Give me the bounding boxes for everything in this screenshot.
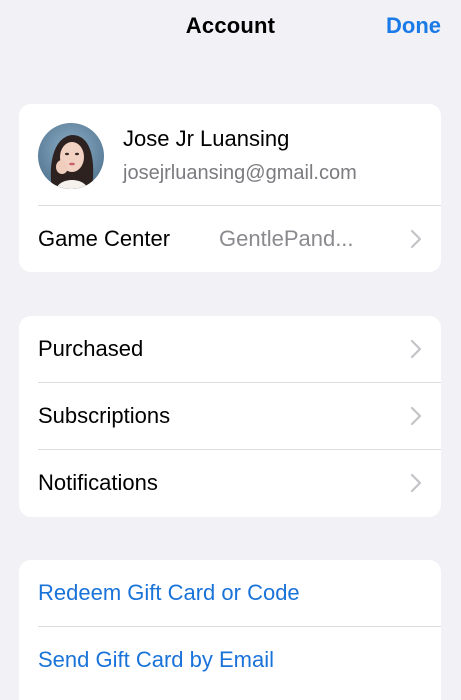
avatar (38, 123, 104, 189)
account-card: Jose Jr Luansing josejrluansing@gmail.co… (19, 104, 441, 272)
gift-card-section: Redeem Gift Card or Code Send Gift Card … (19, 560, 441, 700)
chevron-right-icon (410, 406, 422, 426)
redeem-gift-card-link[interactable]: Redeem Gift Card or Code (19, 560, 441, 626)
purchased-row[interactable]: Purchased (19, 316, 441, 382)
subscriptions-row[interactable]: Subscriptions (19, 383, 441, 449)
chevron-right-icon (410, 473, 422, 493)
purchased-label: Purchased (38, 336, 144, 361)
redeem-gift-card-label: Redeem Gift Card or Code (38, 580, 300, 605)
subscriptions-label: Subscriptions (38, 403, 171, 428)
game-center-value: GentlePand... (219, 226, 354, 251)
send-gift-card-link[interactable]: Send Gift Card by Email (19, 627, 441, 693)
done-button[interactable]: Done (386, 13, 441, 39)
game-center-row[interactable]: Game Center GentlePand... (19, 206, 441, 272)
notifications-row[interactable]: Notifications (19, 450, 441, 516)
menu-card: Purchased Subscriptions Notifications (19, 316, 441, 517)
profile-name: Jose Jr Luansing (123, 126, 290, 151)
profile-row[interactable]: Jose Jr Luansing josejrluansing@gmail.co… (19, 104, 441, 205)
avatar-photo (38, 123, 104, 189)
navigation-bar: Account Done (0, 0, 461, 60)
chevron-right-icon (410, 339, 422, 359)
profile-email: josejrluansing@gmail.com (123, 162, 357, 184)
notifications-label: Notifications (38, 470, 158, 495)
chevron-right-icon (410, 229, 422, 249)
game-center-label: Game Center (38, 226, 171, 251)
send-gift-card-label: Send Gift Card by Email (38, 647, 274, 672)
